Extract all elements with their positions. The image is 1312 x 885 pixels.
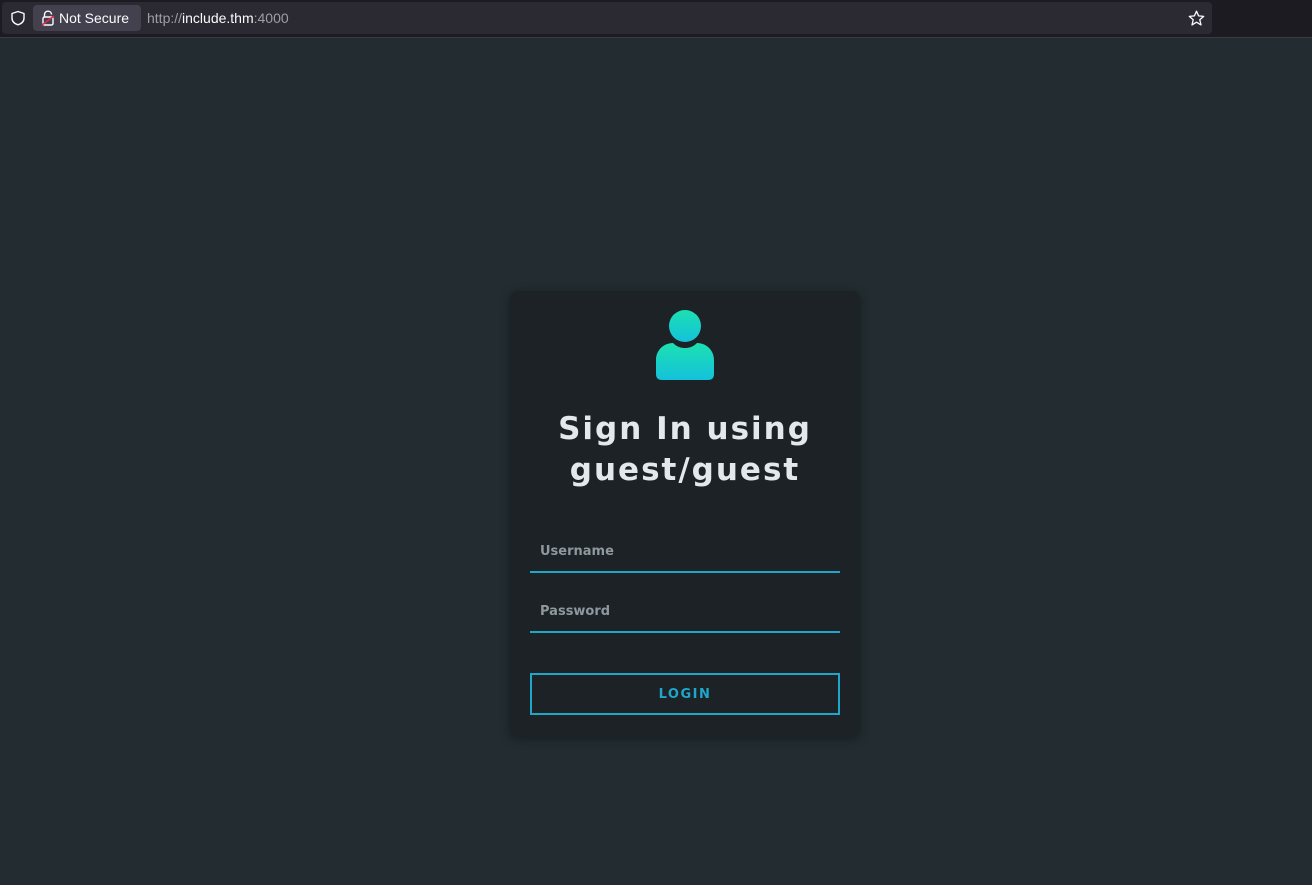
browser-toolbar: Not Secure http://include.thm:4000 bbox=[0, 0, 1312, 38]
not-secure-badge[interactable]: Not Secure bbox=[33, 5, 141, 31]
url-scheme: http:// bbox=[147, 10, 183, 26]
password-input[interactable] bbox=[530, 591, 840, 633]
user-avatar-icon bbox=[656, 310, 714, 380]
address-bar[interactable]: Not Secure http://include.thm:4000 bbox=[2, 2, 1212, 34]
page-title: Sign In using guest/guest bbox=[510, 409, 860, 491]
login-button[interactable]: LOGIN bbox=[530, 673, 840, 715]
url-port: :4000 bbox=[253, 10, 289, 26]
insecure-lock-icon bbox=[41, 10, 55, 26]
username-input[interactable] bbox=[530, 531, 840, 573]
url-host: include.thm bbox=[182, 10, 254, 26]
shield-icon[interactable] bbox=[10, 10, 26, 26]
title-line-1: Sign In using bbox=[558, 411, 812, 447]
url-text[interactable]: http://include.thm:4000 bbox=[147, 2, 289, 34]
bookmark-star-icon[interactable] bbox=[1188, 10, 1205, 27]
title-line-2: guest/guest bbox=[569, 452, 801, 488]
security-label: Not Secure bbox=[59, 10, 130, 26]
login-card: Sign In using guest/guest LOGIN bbox=[510, 291, 860, 737]
